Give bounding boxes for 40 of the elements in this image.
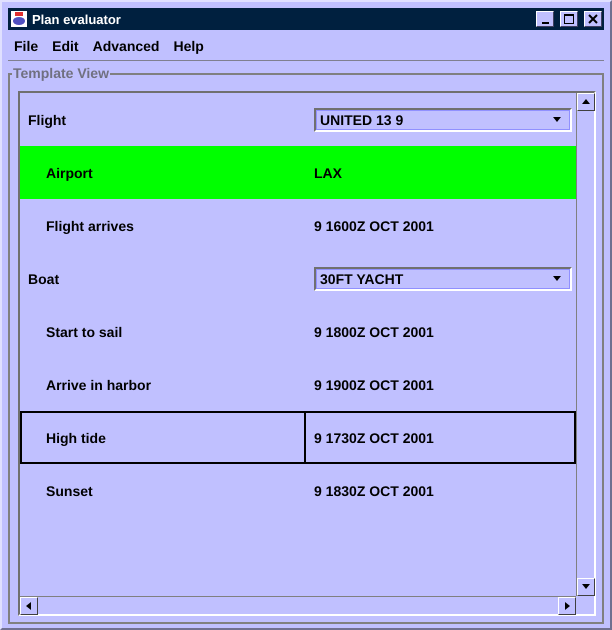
row-value: LAX — [313, 164, 343, 182]
row-label: Flight — [27, 112, 68, 128]
row-value: 9 1600Z OCT 2001 — [313, 216, 435, 236]
scroll-right-button[interactable] — [558, 597, 576, 615]
window-title: Plan evaluator — [32, 12, 122, 26]
scroll-left-button[interactable] — [20, 597, 38, 615]
menu-item[interactable]: Edit — [52, 38, 79, 54]
row-value: 9 1800Z OCT 2001 — [313, 322, 435, 342]
scroll-up-button[interactable] — [577, 93, 595, 111]
close-button[interactable] — [584, 11, 602, 27]
row-value: 9 1730Z OCT 2001 — [304, 413, 574, 462]
caret-icon — [552, 114, 562, 124]
close-icon — [588, 14, 598, 24]
dropdown[interactable]: UNITED 13 9 — [314, 108, 572, 132]
menu-item[interactable]: Advanced — [92, 38, 160, 54]
up-arrow-icon — [581, 97, 591, 107]
menu-item[interactable]: File — [14, 38, 38, 54]
minimize-button[interactable] — [536, 11, 554, 27]
left-arrow-icon — [24, 601, 34, 611]
app-icon — [10, 10, 28, 28]
maximize-button[interactable] — [560, 11, 578, 27]
table-row[interactable]: High tide 9 1730Z OCT 2001 — [20, 411, 576, 464]
caret-icon — [552, 274, 562, 284]
row-label: Arrive in harbor — [45, 376, 152, 392]
row-value: 9 1900Z OCT 2001 — [313, 376, 435, 394]
row-label: Sunset — [45, 482, 94, 498]
menu-item[interactable]: Help — [174, 38, 204, 54]
row-label: Start to sail — [45, 324, 124, 340]
right-arrow-icon — [562, 601, 572, 611]
row-label: Flight arrives — [45, 218, 135, 234]
table-row[interactable]: Airport LAX — [20, 146, 576, 199]
row-label: High tide — [45, 430, 107, 446]
dropdown[interactable]: 30FT YACHT — [314, 266, 572, 290]
scroll-down-button[interactable] — [577, 578, 595, 596]
maximize-icon — [564, 14, 574, 24]
panel-title: Template View — [12, 65, 110, 81]
row-label: Boat — [27, 270, 60, 286]
row-label: Airport — [45, 164, 94, 180]
row-value: 9 1830Z OCT 2001 — [313, 482, 435, 500]
minimize-icon — [542, 22, 548, 24]
